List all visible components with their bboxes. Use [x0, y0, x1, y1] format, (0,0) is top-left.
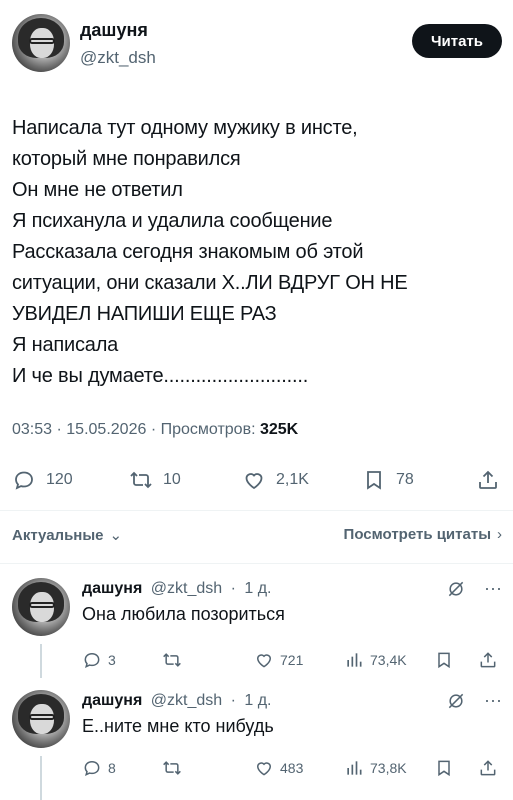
heart-icon: [256, 654, 272, 668]
tweet-line: И че вы думаете.........................…: [12, 365, 309, 387]
author-avatar[interactable]: [12, 14, 70, 72]
share-icon: [479, 470, 497, 489]
like-count: 721: [280, 652, 304, 668]
share-icon: [480, 652, 496, 668]
grok-icon[interactable]: [446, 691, 466, 711]
reply-actions: 8 483 73,8K: [82, 756, 502, 780]
retweet-icon: [163, 653, 181, 667]
views-button[interactable]: 73,4K: [344, 648, 407, 672]
more-icon[interactable]: ···: [484, 690, 502, 711]
like-button[interactable]: 721: [254, 648, 303, 672]
bookmark-button[interactable]: 78: [362, 462, 414, 498]
view-quotes-link[interactable]: Посмотреть цитаты ›: [344, 526, 502, 543]
views-count: 73,8K: [370, 760, 407, 776]
reply-count: 8: [108, 760, 116, 776]
tweet-meta: 03:53 · 15.05.2026 · Просмотров: 325K: [12, 421, 299, 438]
retweet-icon: [130, 471, 152, 489]
divider: [0, 563, 513, 564]
tweet-header: дашуня @zkt_dsh Читать: [12, 14, 502, 78]
bookmark-button[interactable]: [434, 648, 460, 672]
follow-button[interactable]: Читать: [412, 24, 502, 58]
reply-button[interactable]: 8: [82, 756, 116, 780]
reply-item[interactable]: дашуня @zkt_dsh · 1 д. ··· Она любила по…: [12, 578, 502, 678]
grok-icon[interactable]: [446, 579, 466, 599]
reply-button[interactable]: 3: [82, 648, 116, 672]
reply-author-name[interactable]: дашуня: [82, 692, 142, 709]
reply-text: Е..ните мне кто нибудь: [82, 716, 274, 736]
like-count: 483: [280, 760, 304, 776]
tweet-date[interactable]: 15.05.2026: [66, 421, 146, 438]
divider: [0, 510, 513, 511]
tweet-actions: 120 10 2,1K 78: [12, 462, 502, 498]
reply-icon: [84, 652, 100, 669]
bookmark-icon: [367, 471, 381, 490]
retweet-button[interactable]: [162, 756, 188, 780]
like-button[interactable]: 2,1K: [242, 462, 309, 498]
bookmark-icon: [438, 760, 450, 777]
more-icon[interactable]: ···: [484, 578, 502, 599]
bookmark-button[interactable]: [434, 756, 460, 780]
reply-icon: [84, 760, 100, 777]
sort-label: Актуальные: [12, 526, 104, 544]
views-label: Просмотров:: [160, 421, 256, 438]
share-button[interactable]: [478, 756, 504, 780]
chevron-right-icon: ›: [497, 526, 502, 543]
tweet-text: Написала тут одному мужику в инсте, кото…: [12, 113, 502, 392]
tweet-line: Написала тут одному мужику в инсте,: [12, 117, 358, 139]
tweet-line: Я написала: [12, 334, 119, 356]
author-name[interactable]: дашуня: [80, 20, 148, 41]
analytics-icon: [347, 653, 362, 667]
quotes-label: Посмотреть цитаты: [343, 526, 491, 543]
sort-dropdown[interactable]: Актуальные ⌄: [12, 526, 123, 545]
author-handle[interactable]: @zkt_dsh: [80, 48, 156, 68]
like-count: 2,1K: [276, 471, 309, 488]
reply-item[interactable]: дашуня @zkt_dsh · 1 д. ··· Е..ните мне к…: [12, 690, 502, 800]
reply-button[interactable]: 120: [12, 462, 73, 498]
tweet-time[interactable]: 03:53: [12, 421, 52, 438]
bookmark-count: 78: [396, 471, 414, 488]
reply-count: 3: [108, 652, 116, 668]
retweet-button[interactable]: 10: [129, 462, 181, 498]
tweet-line: Я психанула и удалила сообщение: [12, 210, 333, 232]
thread-line: [40, 644, 42, 678]
replies-filter: Актуальные ⌄ Посмотреть цитаты ›: [12, 522, 502, 548]
reply-avatar[interactable]: [12, 690, 70, 748]
reply-header: дашуня @zkt_dsh · 1 д.: [82, 580, 272, 597]
tweet-line: Рассказала сегодня знакомым об этой: [12, 241, 364, 263]
share-button[interactable]: [478, 648, 504, 672]
chevron-down-icon: ⌄: [109, 527, 123, 544]
tweet-line: УВИДЕЛ НАПИШИ ЕЩЕ РАЗ: [12, 303, 277, 325]
reply-text: Она любила позориться: [82, 604, 285, 624]
analytics-icon: [347, 761, 362, 775]
thread-line: [40, 756, 42, 800]
tweet-line: ситуации, они сказали Х..ЛИ ВДРУГ ОН НЕ: [12, 272, 408, 294]
reply-icon: [15, 471, 33, 490]
reply-count: 120: [46, 471, 73, 488]
tweet-line: Он мне не ответил: [12, 179, 183, 201]
reply-avatar[interactable]: [12, 578, 70, 636]
retweet-button[interactable]: [162, 648, 188, 672]
reply-actions: 3 721 73,4K: [82, 648, 502, 672]
retweet-icon: [163, 761, 181, 775]
tweet-line: который мне понравился: [12, 148, 241, 170]
reply-age[interactable]: 1 д.: [244, 692, 271, 709]
share-icon: [480, 760, 496, 776]
views-count: 325K: [259, 421, 299, 438]
reply-author-name[interactable]: дашуня: [82, 580, 142, 597]
heart-icon: [245, 473, 263, 490]
retweet-count: 10: [163, 471, 181, 488]
bookmark-icon: [438, 652, 450, 669]
reply-handle[interactable]: @zkt_dsh: [151, 692, 222, 709]
reply-header: дашуня @zkt_dsh · 1 д.: [82, 692, 272, 709]
views-count: 73,4K: [370, 652, 407, 668]
heart-icon: [256, 762, 272, 776]
reply-icons: ···: [446, 690, 502, 711]
like-button[interactable]: 483: [254, 756, 303, 780]
views-button[interactable]: 73,8K: [344, 756, 407, 780]
share-button[interactable]: [476, 462, 510, 498]
reply-handle[interactable]: @zkt_dsh: [151, 580, 222, 597]
reply-icons: ···: [446, 578, 502, 599]
reply-age[interactable]: 1 д.: [244, 580, 271, 597]
